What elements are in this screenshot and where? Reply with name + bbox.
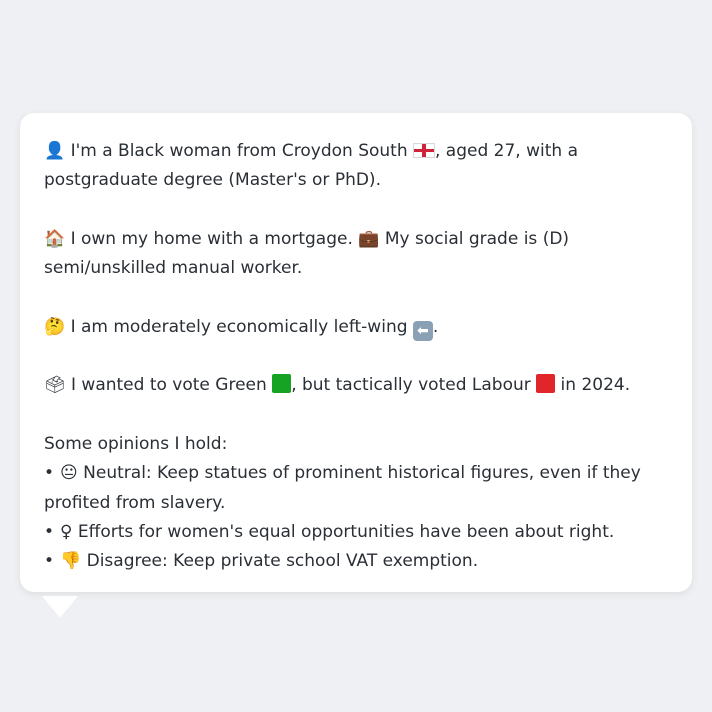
- opinion-text: Disagree: Keep private school VAT exempt…: [81, 551, 479, 572]
- person-silhouette-icon: 👤: [44, 141, 66, 161]
- briefcase-icon: 💼: [358, 228, 380, 249]
- opinion-item: • 👎 Disagree: Keep private school VAT exe…: [44, 547, 668, 576]
- opinions-section: Some opinions I hold: • 😐 Neutral: Keep s…: [44, 430, 668, 576]
- housing-text: I own my home with a mortgage.: [65, 228, 359, 249]
- bullet: •: [44, 521, 55, 542]
- thumbs-down-icon: 👎: [60, 551, 82, 572]
- vote-text-c: in 2024.: [555, 375, 631, 396]
- bubble-tail: [42, 596, 78, 618]
- opinions-heading: Some opinions I hold:: [44, 433, 228, 454]
- left-arrow-icon: ⬅: [412, 320, 433, 341]
- bullet: •: [44, 463, 55, 484]
- green-square-icon: [272, 374, 292, 394]
- economic-paragraph: 🤔 I am moderately economically left-wing…: [44, 313, 668, 342]
- bullet: •: [44, 551, 55, 572]
- housing-paragraph: 🏠 I own my home with a mortgage. 💼 My so…: [44, 225, 668, 284]
- economic-text-end: .: [432, 316, 439, 337]
- opinion-item: • ♀ Efforts for women's equal opportuniti…: [44, 518, 668, 547]
- red-square-icon: [536, 374, 556, 394]
- neutral-face-icon: 😐: [60, 463, 78, 484]
- identity-text-a: I'm a Black woman from Croydon South: [65, 141, 413, 161]
- economic-text: I am moderately economically left-wing: [65, 316, 413, 337]
- vote-text-b: , but tactically voted Labour: [291, 375, 537, 396]
- opinion-item: • 😐 Neutral: Keep statues of prominent hi…: [44, 459, 668, 518]
- england-flag-icon: [413, 143, 435, 158]
- vote-paragraph: 🗳 I wanted to vote Green , but tacticall…: [44, 371, 668, 400]
- opinion-text: Efforts for women's equal opportunities …: [72, 521, 615, 542]
- female-sign-icon: ♀: [60, 521, 73, 542]
- thinking-face-icon: 🤔: [44, 316, 66, 337]
- message-bubble: 👤 I'm a Black woman from Croydon South ,…: [20, 113, 692, 593]
- identity-paragraph: 👤 I'm a Black woman from Croydon South ,…: [44, 137, 668, 196]
- house-icon: 🏠: [44, 228, 66, 249]
- opinion-text: Neutral: Keep statues of prominent histo…: [44, 463, 641, 513]
- vote-text-a: I wanted to vote Green: [65, 375, 273, 396]
- ballot-box-icon: 🗳: [44, 375, 66, 396]
